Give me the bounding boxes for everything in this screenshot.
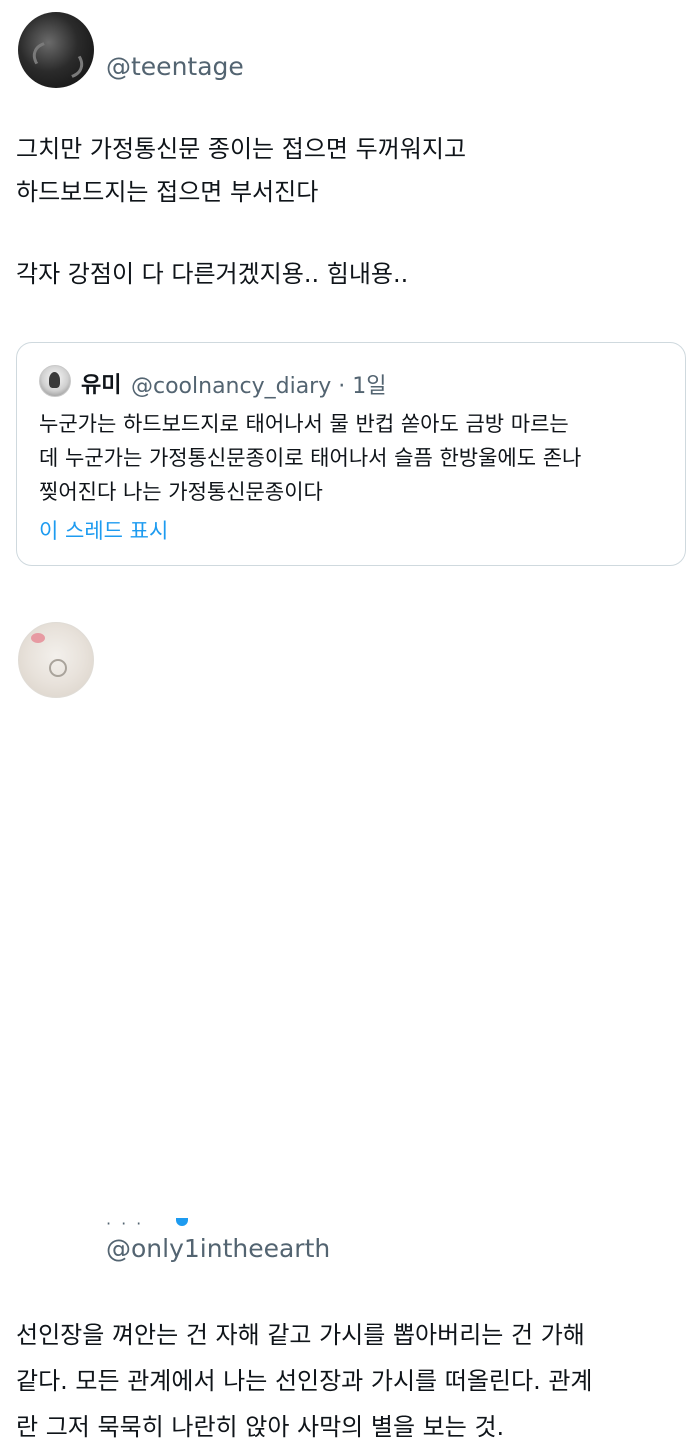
- timestamp[interactable]: 1일: [352, 374, 386, 399]
- tweet-text: 각자 강점이 다 다른거겠지용.. 힘내용..: [16, 253, 408, 296]
- tweet-text-line: 같다. 모든 관계에서 나는 선인장과 가시를 떠올린다. 관계: [16, 1367, 593, 1395]
- quoted-text-line: 누군가는 하드보드지로 태어나서 물 반컵 쏟아도 금방 마르는: [39, 412, 569, 436]
- quoted-tweet-text: 누군가는 하드보드지로 태어나서 물 반컵 쏟아도 금방 마르는 데 누군가는 …: [39, 407, 581, 509]
- tweet-only1intheearth[interactable]: ··· @only1intheearth 선인장을 껴안는 건 자해 같고 가시…: [0, 600, 696, 1441]
- tweet-text-line: 란 그저 묵묵히 나란히 앉아 사막의 별을 보는 것.: [16, 1413, 505, 1441]
- avatar[interactable]: [39, 365, 71, 397]
- tweet-teentage[interactable]: @teentage 그치만 가정통신문 종이는 접으면 두꺼워지고 하드보드지는…: [0, 0, 696, 600]
- user-handle[interactable]: @only1intheearth: [106, 1234, 330, 1263]
- user-handle[interactable]: @coolnancy_diary: [131, 374, 331, 399]
- quoted-tweet-card[interactable]: 유미 @coolnancy_diary · 1일 누군가는 하드보드지로 태어나…: [16, 342, 686, 566]
- tweet-text-line: 선인장을 껴안는 건 자해 같고 가시를 뽑아버리는 건 가해: [16, 1321, 585, 1349]
- avatar[interactable]: [18, 622, 94, 698]
- display-name[interactable]: 유미: [81, 367, 121, 399]
- tweet-text: 선인장을 껴안는 건 자해 같고 가시를 뽑아버리는 건 가해 같다. 모든 관…: [16, 1312, 593, 1450]
- tweet-text: 그치만 가정통신문 종이는 접으면 두꺼워지고 하드보드지는 접으면 부서진다: [16, 128, 466, 214]
- verified-icon: [176, 1218, 188, 1226]
- meta-separator: ·: [338, 374, 346, 399]
- tweet-text-line: 각자 강점이 다 다른거겠지용.. 힘내용..: [16, 260, 409, 288]
- quoted-text-line: 찢어진다 나는 가정통신문종이다: [39, 480, 323, 504]
- show-thread-link[interactable]: 이 스레드 표시: [39, 515, 168, 545]
- avatar[interactable]: [18, 12, 94, 88]
- user-handle[interactable]: @teentage: [106, 52, 244, 81]
- quoted-text-line: 데 누군가는 가정통신문종이로 태어나서 슬픔 한방울에도 존나: [39, 446, 582, 470]
- quoted-meta: @coolnancy_diary · 1일: [131, 368, 386, 400]
- truncated-name-dots: ···: [106, 1214, 152, 1233]
- tweet-text-line: 하드보드지는 접으면 부서진다: [16, 178, 319, 206]
- tweet-text-line: 그치만 가정통신문 종이는 접으면 두꺼워지고: [16, 135, 467, 163]
